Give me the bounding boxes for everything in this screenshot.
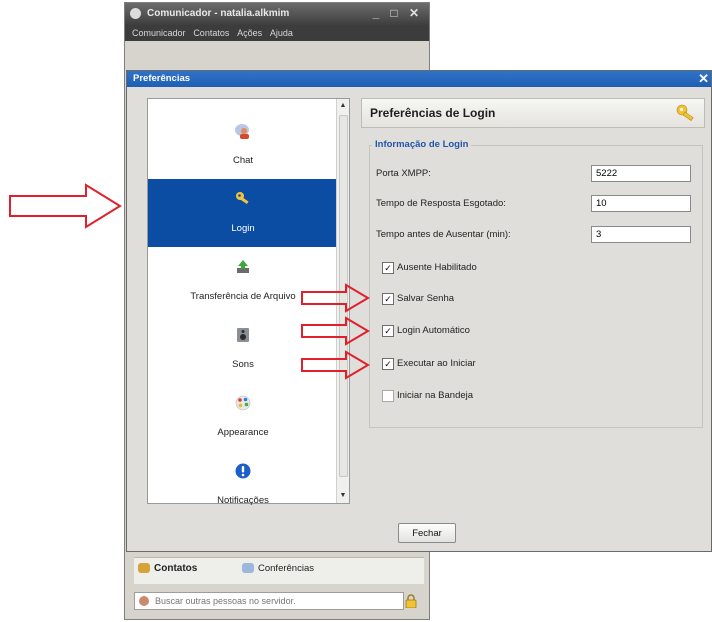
info-icon	[235, 463, 251, 479]
lock-icon[interactable]	[405, 594, 417, 608]
login-automatico-label: Login Automático	[397, 325, 470, 336]
menu-acoes[interactable]: Ações	[237, 25, 262, 41]
porta-xmpp-label: Porta XMPP:	[376, 168, 431, 179]
tempo-ausentar-input[interactable]	[591, 226, 691, 243]
scroll-down-icon[interactable]: ▼	[338, 491, 348, 501]
tempo-resposta-input[interactable]	[591, 195, 691, 212]
ausente-habilitado-label: Ausente Habilitado	[397, 262, 477, 273]
search-box[interactable]	[134, 592, 404, 610]
tab-contatos-label: Contatos	[154, 563, 198, 574]
annotation-arrow-icon	[9, 183, 122, 229]
group-title: Informação de Login	[372, 139, 472, 150]
key-icon	[236, 192, 249, 205]
executar-ao-iniciar-checkbox[interactable]: ✓	[382, 358, 394, 370]
main-titlebar[interactable]: Comunicador - natalia.alkmim _ □ ✕	[125, 3, 429, 25]
annotation-arrow-icon	[301, 283, 370, 313]
main-window-title: Comunicador - natalia.alkmim	[147, 8, 290, 19]
executar-ao-iniciar-label: Executar ao Iniciar	[397, 358, 476, 369]
palette-icon	[235, 395, 251, 411]
login-automatico-checkbox[interactable]: ✓	[382, 325, 394, 337]
chat-bubble-icon	[130, 8, 141, 19]
minimize-button[interactable]: _	[369, 6, 383, 20]
salvar-senha-label: Salvar Senha	[397, 293, 455, 304]
scroll-up-icon[interactable]: ▲	[338, 101, 348, 111]
iniciar-na-bandeja-checkbox[interactable]	[382, 390, 394, 402]
menu-ajuda[interactable]: Ajuda	[270, 25, 293, 41]
category-login-label: Login	[231, 223, 255, 234]
ausente-habilitado-checkbox[interactable]: ✓	[382, 262, 394, 274]
settings-header: Preferências de Login	[361, 98, 705, 128]
category-appearance-label: Appearance	[217, 427, 269, 438]
menu-contatos[interactable]: Contatos	[193, 25, 229, 41]
conference-icon	[242, 563, 254, 574]
preferences-title: Preferências	[133, 73, 191, 84]
maximize-button[interactable]: □	[387, 6, 401, 20]
file-transfer-icon	[237, 260, 249, 273]
annotation-arrow-icon	[301, 316, 370, 346]
category-chat-label: Chat	[232, 155, 254, 166]
tempo-resposta-label: Tempo de Resposta Esgotado:	[376, 198, 506, 209]
close-button[interactable]: ✕	[407, 6, 421, 20]
chat-user-icon	[235, 124, 249, 139]
tab-conferencias[interactable]: Conferências	[242, 563, 314, 574]
annotation-arrow-icon	[301, 350, 370, 380]
contacts-icon	[138, 563, 150, 574]
category-appearance[interactable]: Appearance	[148, 383, 338, 451]
category-notificacoes-label: Notificações	[217, 495, 269, 506]
category-notificacoes[interactable]: Notificações	[148, 451, 338, 519]
tab-conferencias-label: Conferências	[258, 563, 314, 574]
speaker-icon	[237, 328, 249, 342]
fechar-button[interactable]: Fechar	[398, 523, 456, 543]
contact-tabs: Contatos Conferências	[134, 557, 424, 584]
preferences-titlebar[interactable]: Preferências ✕	[127, 71, 711, 87]
login-info-group	[369, 145, 703, 428]
key-icon	[676, 104, 694, 122]
search-input[interactable]	[155, 594, 395, 608]
main-menubar: Comunicador Contatos Ações Ajuda	[125, 25, 429, 41]
preferences-close-button[interactable]: ✕	[698, 71, 709, 87]
porta-xmpp-input[interactable]	[591, 165, 691, 182]
menu-comunicador[interactable]: Comunicador	[132, 25, 186, 41]
user-search-icon	[139, 596, 149, 606]
tempo-ausentar-label: Tempo antes de Ausentar (min):	[376, 229, 511, 240]
settings-title: Preferências de Login	[370, 106, 496, 120]
salvar-senha-checkbox[interactable]: ✓	[382, 293, 394, 305]
category-login[interactable]: Login	[148, 179, 338, 247]
tab-contatos[interactable]: Contatos	[138, 563, 197, 574]
category-chat[interactable]: Chat	[148, 111, 338, 179]
iniciar-na-bandeja-label: Iniciar na Bandeja	[397, 390, 474, 401]
